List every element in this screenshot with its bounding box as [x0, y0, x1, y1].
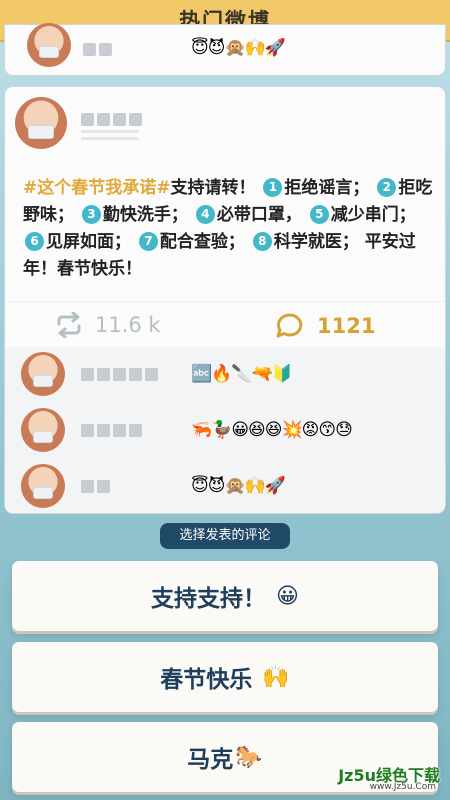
number-badge: 5: [309, 205, 329, 224]
username-placeholder: [81, 424, 142, 437]
comment-count: 1121: [317, 314, 376, 338]
comment-row: 🔤🔥🔪🔫🔰: [5, 347, 445, 401]
number-badge: 3: [81, 205, 101, 224]
avatar[interactable]: [21, 352, 65, 396]
number-badge: 2: [377, 178, 397, 197]
number-badge: 1: [263, 178, 283, 197]
repost-button[interactable]: 11.6 k: [55, 312, 161, 338]
comment-emojis: 🦐🦆😀😆😆💥😡😙😓: [191, 420, 353, 440]
post-item: 拒绝谣言；: [284, 178, 370, 198]
number-badge: 6: [25, 232, 44, 251]
avatar[interactable]: [21, 464, 65, 508]
number-badge: 7: [138, 232, 158, 251]
post-hashtag[interactable]: #这个春节我承诺#: [23, 178, 171, 198]
user-meta-placeholder: [81, 130, 139, 144]
choice-label: 春节快乐: [160, 667, 253, 693]
comment-button[interactable]: 1121: [275, 312, 375, 340]
post-stats: 11.6 k 1121: [5, 301, 445, 347]
grinning-face-icon: 😀: [276, 583, 299, 609]
post-item: 配合查验；: [159, 232, 245, 252]
comment-icon: [276, 313, 303, 338]
post-card: #这个春节我承诺#支持请转！ 1 拒绝谣言； 2 拒吃野味； 3 勤快洗手； 4 必带口…: [4, 86, 446, 514]
watermark: Jz5u绿色下载 www.Jz5u.Com: [338, 762, 440, 792]
comment-row: 🦐🦆😀😆😆💥😡😙😓: [5, 403, 445, 457]
post-text: #这个春节我承诺#支持请转！ 1 拒绝谣言； 2 拒吃野味； 3 勤快洗手； 4 必带口…: [23, 175, 435, 283]
choice-label: 支持支持！: [151, 586, 267, 612]
repost-count: 11.6 k: [95, 313, 161, 337]
watermark-url: www.Jz5u.Com: [369, 782, 436, 792]
post-item: 勤快洗手；: [102, 205, 188, 225]
avatar[interactable]: [21, 408, 65, 452]
avatar[interactable]: [27, 23, 71, 67]
raised-hands-icon: 🙌: [262, 664, 290, 690]
choice-label: 马克: [187, 747, 234, 773]
comment-emojis: 😇😈🙊🙌🚀: [191, 476, 286, 496]
post-item: 必带口罩，: [216, 205, 302, 225]
username-placeholder: [81, 480, 110, 493]
comment-row: 😇😈🙊🙌🚀: [5, 459, 445, 513]
post-intro: 支持请转！: [170, 178, 256, 198]
username-placeholder: [81, 368, 158, 381]
comment-emojis: 🔤🔥🔪🔫🔰: [191, 364, 293, 384]
username-placeholder: [81, 113, 142, 126]
comment-choice-happy-new-year[interactable]: 春节快乐 🙌: [12, 642, 438, 712]
username-placeholder: [83, 43, 112, 56]
comment-choice-support[interactable]: 支持支持！ 😀: [12, 561, 438, 631]
comment-picker-label: 选择发表的评论: [160, 523, 290, 549]
number-badge: 4: [195, 205, 215, 224]
avatar[interactable]: [15, 97, 67, 149]
post-item: 科学就医；: [273, 232, 359, 252]
number-badge: 8: [252, 232, 272, 251]
previous-comment-card: 😇😈🙊🙌🚀: [4, 23, 446, 76]
repost-icon: [57, 312, 81, 338]
post-item: 减少串门；: [330, 205, 416, 225]
comment-list: 🔤🔥🔪🔫🔰 🦐🦆😀😆😆💥😡😙😓 😇😈🙊🙌🚀: [5, 347, 445, 513]
horse-icon: 🐎: [235, 744, 263, 770]
comment-emojis: 😇😈🙊🙌🚀: [191, 38, 286, 58]
post-item: 见屏如面；: [46, 232, 131, 252]
